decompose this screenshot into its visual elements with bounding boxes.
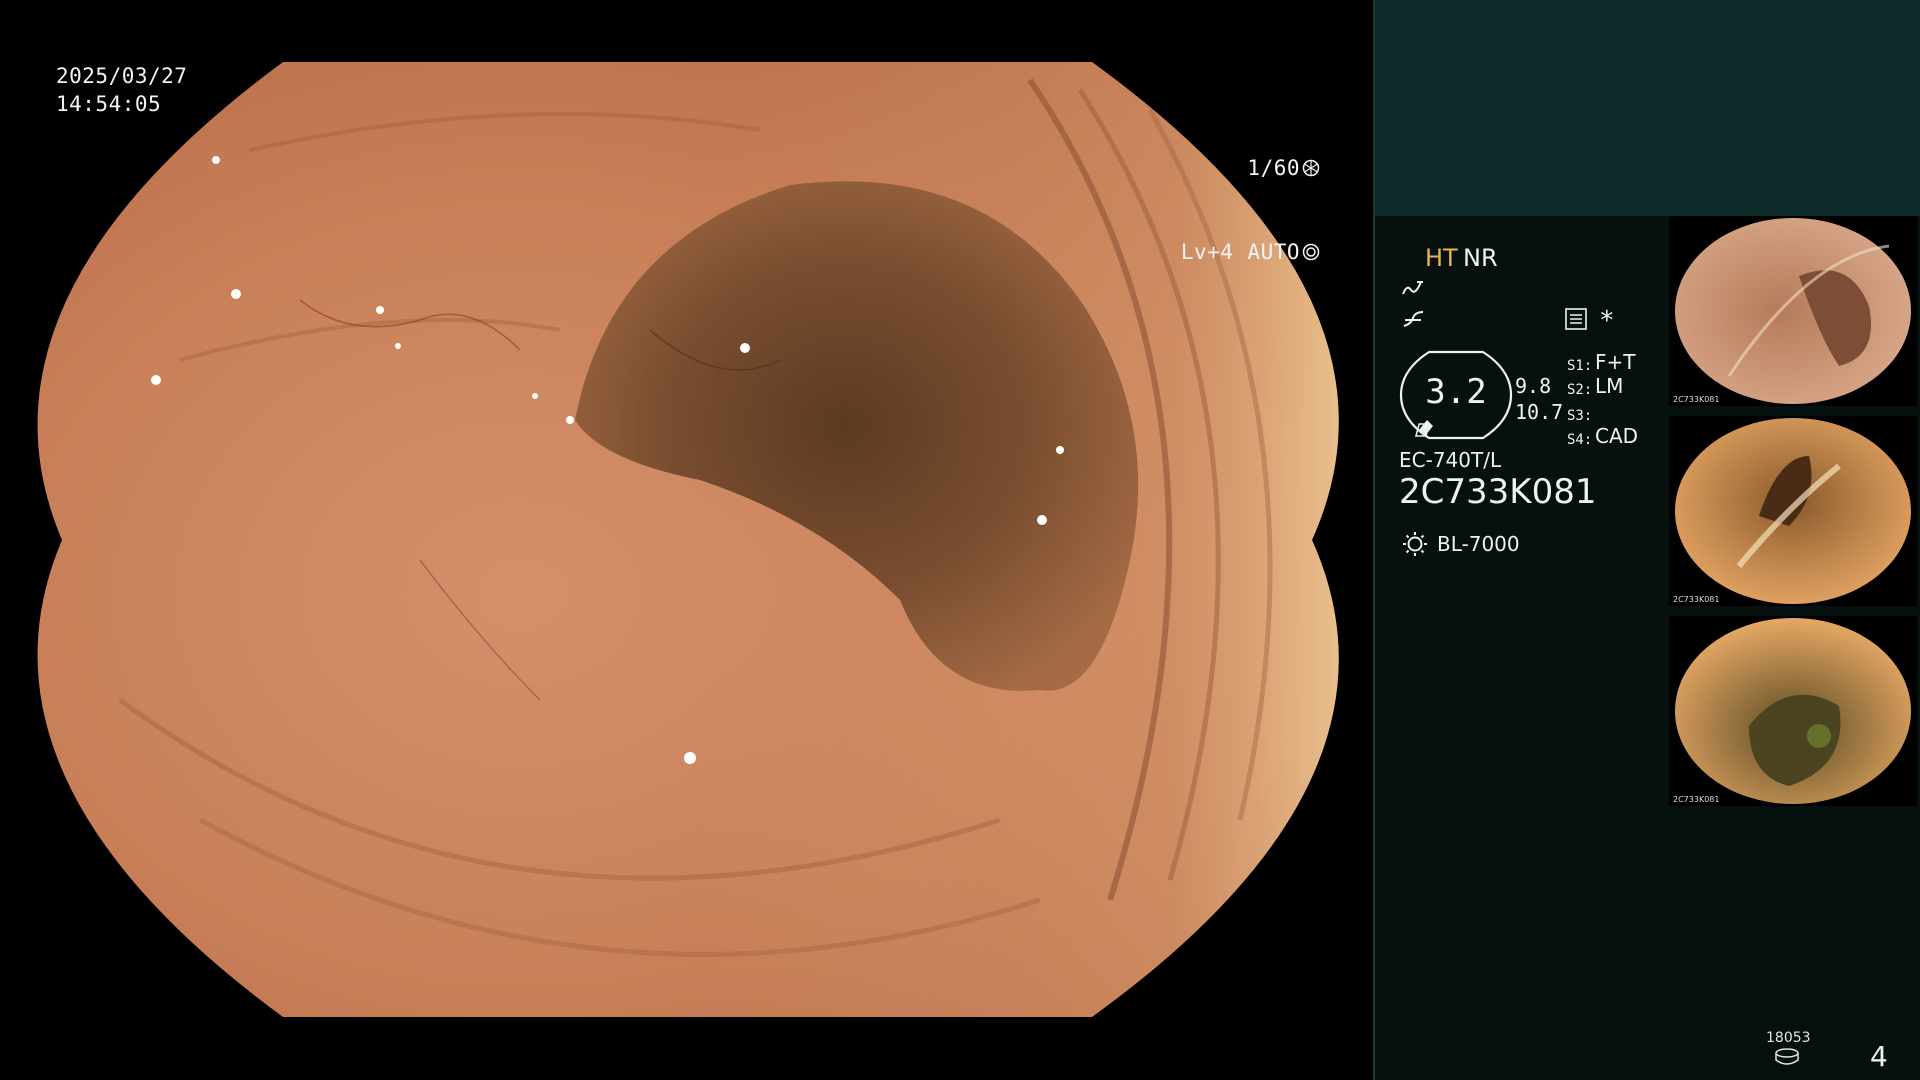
date-text: 2025/03/27 — [56, 64, 188, 88]
scope-model: EC-740T/L — [1399, 448, 1502, 472]
page-number: 4 — [1870, 1040, 1888, 1073]
datetime-readout: 2025/03/27 14:54:05 — [56, 62, 187, 118]
disk-icon — [1775, 1048, 1799, 1065]
thumbnail-1-serial: 2C733K081 — [1673, 395, 1720, 404]
light-bulb-icon — [1403, 532, 1427, 556]
time-text: 14:54:05 — [56, 92, 162, 116]
info-side-panel: HT NR * 3.2 9.8 10.7 S1: F+T S2: LM S3: … — [1373, 0, 1920, 1080]
aperture-icon — [1302, 159, 1320, 177]
thumbnail-3-serial: 2C733K081 — [1673, 795, 1720, 804]
scope-serial-number: 2C733K081 — [1399, 472, 1597, 512]
iris-mode: AUTO — [1247, 240, 1300, 264]
mode-ht-indicator: HT — [1425, 244, 1458, 272]
tone-curve-icon — [1403, 311, 1424, 327]
thumbnail-image-1 — [1669, 216, 1917, 406]
thumbnail-2-serial: 2C733K081 — [1673, 595, 1720, 604]
enhance-icon — [1402, 281, 1423, 295]
endoscope-main-view: 2025/03/27 14:54:05 1/60 Lv+4 AUTO — [0, 0, 1373, 1080]
captured-thumbnail-2[interactable]: 2C733K081 — [1669, 416, 1917, 606]
setting-s1-value: F+T — [1595, 350, 1636, 374]
setting-s4-value: CAD — [1595, 424, 1639, 448]
thumbnail-image-3 — [1669, 616, 1917, 806]
setting-s2-value: LM — [1595, 374, 1624, 398]
zoom-sub-value-1: 9.8 — [1515, 374, 1552, 398]
mode-nr-indicator: NR — [1463, 244, 1498, 272]
zoom-value: 3.2 — [1425, 372, 1487, 412]
shutter-speed: 1/60 — [1247, 156, 1300, 180]
setting-s1-label: S1: — [1567, 358, 1593, 374]
thumbnail-image-2 — [1669, 416, 1917, 606]
menu-icon — [1565, 308, 1587, 330]
image-counter: 18053 — [1766, 1030, 1811, 1046]
zoom-sub-value-2: 10.7 — [1515, 400, 1564, 424]
light-source-model: BL-7000 — [1437, 532, 1520, 556]
scope-info-block: HT NR * 3.2 9.8 10.7 S1: F+T S2: LM S3: … — [1373, 216, 1673, 616]
setting-s2-label: S2: — [1567, 382, 1593, 398]
exposure-readout: 1/60 Lv+4 AUTO — [1150, 98, 1320, 322]
setting-s4-label: S4: — [1567, 432, 1593, 448]
brightness-level: Lv+4 — [1180, 240, 1234, 264]
asterisk-marker: * — [1599, 306, 1615, 336]
captured-thumbnail-3[interactable]: 2C733K081 — [1669, 616, 1917, 806]
setting-s3-label: S3: — [1567, 408, 1593, 424]
panel-header-area — [1373, 0, 1920, 216]
iris-icon — [1302, 243, 1320, 261]
captured-thumbnail-1[interactable]: 2C733K081 — [1669, 216, 1917, 406]
